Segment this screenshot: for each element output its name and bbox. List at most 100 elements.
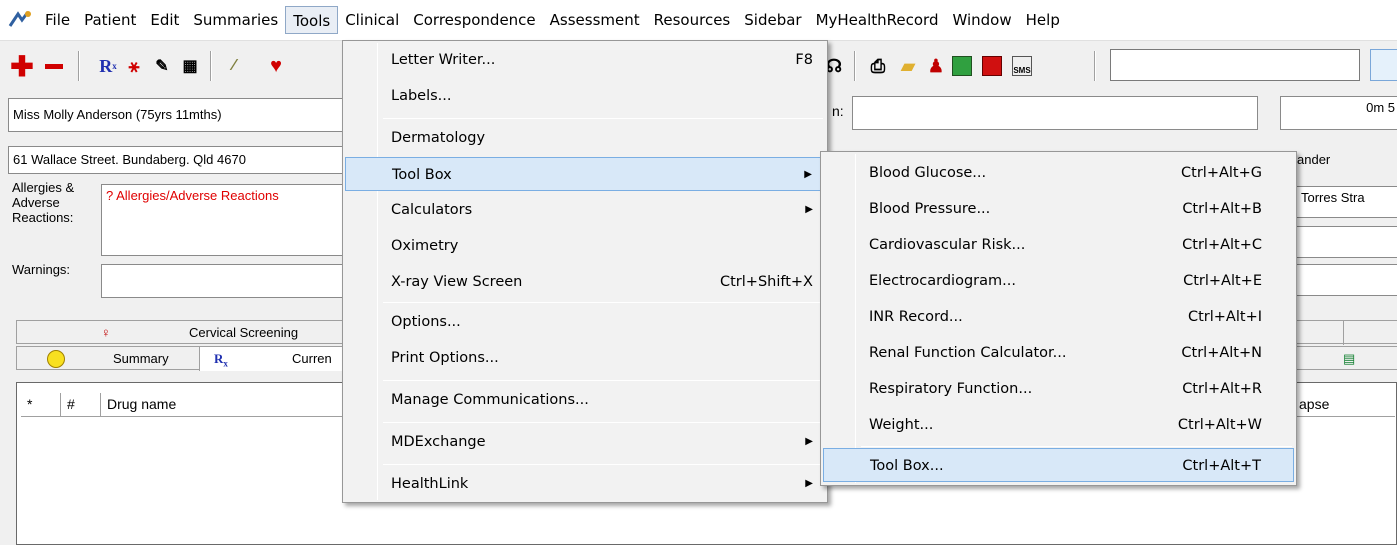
running-man-icon[interactable]: ⚹ <box>122 54 146 78</box>
menu-item-tool-box[interactable]: Tool Box ▶ <box>345 157 825 191</box>
menu-item-label: Options... <box>391 314 461 330</box>
menu-item-label: INR Record... <box>869 309 963 325</box>
menu-help[interactable]: Help <box>1019 6 1067 34</box>
right-field-1[interactable] <box>852 96 1258 130</box>
menu-separator <box>383 118 823 119</box>
menu-item-label: Tool Box <box>392 167 452 183</box>
tab-row-top: ♀ Cervical Screening <box>16 320 346 344</box>
tab-summary[interactable]: Summary <box>113 347 197 371</box>
patient-address-field[interactable]: 61 Wallace Street. Bundaberg. Qld 4670 <box>8 146 343 174</box>
injection-icon[interactable]: ⁄ <box>222 54 246 78</box>
green-grid-icon[interactable] <box>950 54 974 78</box>
menu-item-blood-glucose[interactable]: Blood Glucose... Ctrl+Alt+G <box>823 156 1294 190</box>
grid-col-lapse[interactable]: apse <box>1291 393 1335 416</box>
menu-item-healthlink[interactable]: HealthLink ▶ <box>345 467 825 501</box>
submenu-arrow-icon: ▶ <box>805 436 813 447</box>
prescription-icon[interactable]: Rx <box>96 54 120 78</box>
warnings-field[interactable] <box>101 264 343 298</box>
menu-item-label: Manage Communications... <box>391 392 589 408</box>
menu-item-label: Cardiovascular Risk... <box>869 237 1026 253</box>
toolbar-search-button[interactable] <box>1370 49 1397 81</box>
grid-header-right: apse <box>1291 393 1395 417</box>
menu-item-labels[interactable]: Labels... <box>345 79 825 113</box>
menu-sidebar[interactable]: Sidebar <box>737 6 808 34</box>
menu-item-dermatology[interactable]: Dermatology <box>345 121 825 155</box>
menu-myhealthrecord[interactable]: MyHealthRecord <box>809 6 946 34</box>
printer-icon[interactable]: ⎙ <box>866 54 890 78</box>
book-icon[interactable]: ▦ <box>178 54 202 78</box>
menu-item-shortcut: F8 <box>795 52 813 68</box>
right-field-3[interactable] <box>1296 226 1397 258</box>
menu-item-manage-communications[interactable]: Manage Communications... <box>345 383 825 417</box>
menu-item-renal-function[interactable]: Renal Function Calculator... Ctrl+Alt+N <box>823 336 1294 370</box>
menu-item-xray-view[interactable]: X-ray View Screen Ctrl+Shift+X <box>345 265 825 299</box>
menu-file[interactable]: File <box>38 6 77 34</box>
menu-item-print-options[interactable]: Print Options... <box>345 341 825 375</box>
menu-item-shortcut: Ctrl+Alt+C <box>1182 237 1262 253</box>
menu-patient[interactable]: Patient <box>77 6 143 34</box>
menu-item-inr-record[interactable]: INR Record... Ctrl+Alt+I <box>823 300 1294 334</box>
app-logo-icon[interactable] <box>6 9 34 31</box>
menu-tools[interactable]: Tools <box>285 6 339 34</box>
menu-item-mdexchange[interactable]: MDExchange ▶ <box>345 425 825 459</box>
menu-correspondence[interactable]: Correspondence <box>406 6 542 34</box>
person-icon[interactable]: ♟ <box>924 54 948 78</box>
menu-bar: File Patient Edit Summaries Tools Clinic… <box>0 0 1397 40</box>
menu-item-shortcut: Ctrl+Alt+N <box>1181 345 1262 361</box>
tab-row-top-right <box>1296 320 1397 345</box>
menu-assessment[interactable]: Assessment <box>543 6 647 34</box>
add-icon[interactable]: ✚ <box>10 51 34 82</box>
menu-window[interactable]: Window <box>945 6 1018 34</box>
menu-item-options[interactable]: Options... <box>345 305 825 339</box>
patient-name-field[interactable]: Miss Molly Anderson (75yrs 11mths) <box>8 98 343 132</box>
menu-item-shortcut: Ctrl+Alt+E <box>1183 273 1262 289</box>
toolbar-search-input[interactable] <box>1110 49 1360 81</box>
menu-clinical[interactable]: Clinical <box>338 6 406 34</box>
menu-item-letter-writer[interactable]: Letter Writer... F8 <box>345 43 825 77</box>
menu-item-label: Tool Box... <box>870 458 944 474</box>
right-field-4[interactable] <box>1296 264 1397 296</box>
menu-item-label: MDExchange <box>391 434 486 450</box>
sms-icon[interactable]: SMS <box>1010 54 1034 78</box>
toolbar-separator <box>78 51 80 81</box>
menu-resources[interactable]: Resources <box>647 6 738 34</box>
menu-item-shortcut: Ctrl+Alt+G <box>1181 165 1262 181</box>
tab-row-bottom: Summary Rx Curren <box>16 346 347 371</box>
tools-menu: Letter Writer... F8 Labels... Dermatology… <box>342 40 828 503</box>
folder-open-icon[interactable]: ▰ <box>896 54 920 78</box>
menu-item-tool-box-dialog[interactable]: Tool Box... Ctrl+Alt+T <box>823 448 1294 482</box>
torres-strait-field[interactable]: Torres Stra <box>1296 186 1397 218</box>
grid-col-drug-name[interactable]: Drug name <box>101 393 351 416</box>
grid-col-number[interactable]: # <box>61 393 101 416</box>
red-chart-icon[interactable] <box>980 54 1004 78</box>
tab-current[interactable]: Rx Curren <box>199 347 347 371</box>
remove-icon[interactable] <box>42 54 66 78</box>
warnings-label: Warnings: <box>12 262 71 277</box>
menu-item-weight[interactable]: Weight... Ctrl+Alt+W <box>823 408 1294 442</box>
menu-item-label: Electrocardiogram... <box>869 273 1016 289</box>
menu-item-cardiovascular-risk[interactable]: Cardiovascular Risk... Ctrl+Alt+C <box>823 228 1294 262</box>
notes-icon[interactable]: ✎ <box>150 54 174 78</box>
menu-item-label: Blood Pressure... <box>869 201 991 217</box>
grid-col-star[interactable]: * <box>21 393 61 416</box>
tab-cervical-screening[interactable]: Cervical Screening <box>189 321 349 345</box>
menu-item-electrocardiogram[interactable]: Electrocardiogram... Ctrl+Alt+E <box>823 264 1294 298</box>
menu-summaries[interactable]: Summaries <box>186 6 285 34</box>
allergies-field[interactable]: ? Allergies/Adverse Reactions <box>101 184 343 256</box>
menu-item-respiratory-function[interactable]: Respiratory Function... Ctrl+Alt+R <box>823 372 1294 406</box>
menu-item-blood-pressure[interactable]: Blood Pressure... Ctrl+Alt+B <box>823 192 1294 226</box>
menu-item-label: Renal Function Calculator... <box>869 345 1067 361</box>
menu-item-oximetry[interactable]: Oximetry <box>345 229 825 263</box>
heart-icon[interactable]: ♥ <box>264 54 288 78</box>
menu-item-label: Respiratory Function... <box>869 381 1033 397</box>
menu-separator <box>383 302 823 303</box>
toolbar-separator <box>210 51 212 81</box>
menu-item-calculators[interactable]: Calculators ▶ <box>345 193 825 227</box>
green-tab-icon: ▤ <box>1343 351 1356 366</box>
menu-edit[interactable]: Edit <box>143 6 186 34</box>
submenu-arrow-icon: ▶ <box>805 204 813 215</box>
timer-field: 0m 5 <box>1280 96 1397 130</box>
toolbar-separator <box>1094 51 1096 81</box>
menu-item-shortcut: Ctrl+Alt+B <box>1182 201 1262 217</box>
toolbox-submenu: Blood Glucose... Ctrl+Alt+G Blood Pressur… <box>820 151 1297 486</box>
